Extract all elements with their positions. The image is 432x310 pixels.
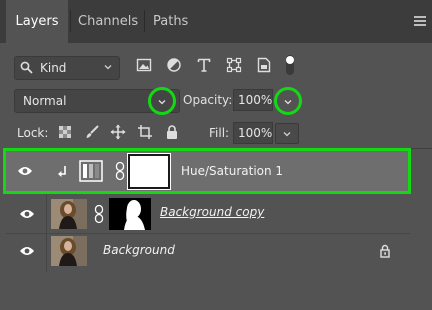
lock-position-icon[interactable] xyxy=(110,124,126,140)
mask-link-chain-icon[interactable] xyxy=(115,161,125,181)
lock-all-icon[interactable] xyxy=(164,124,180,140)
visibility-eye-icon[interactable] xyxy=(19,208,35,220)
lock-artboard-icon[interactable] xyxy=(137,124,153,140)
tab-layers[interactable]: Layers xyxy=(6,0,68,43)
layer-mask-thumbnail[interactable] xyxy=(127,153,171,190)
layer-photo-thumbnail xyxy=(51,199,87,229)
layer-lock-icon xyxy=(380,244,390,258)
filter-kind-select[interactable]: Kind xyxy=(14,56,120,80)
layer-photo-thumbnail xyxy=(51,236,87,266)
filter-toggle-switch[interactable] xyxy=(285,54,295,76)
chevron-down-icon xyxy=(104,65,112,70)
layer-row-hue-saturation[interactable]: Hue/Saturation 1 xyxy=(3,148,411,194)
fill-label: Fill: xyxy=(209,126,230,140)
fill-dropdown-button[interactable] xyxy=(275,123,299,144)
layer-mask-thumbnail[interactable] xyxy=(109,198,151,230)
lock-paint-icon[interactable] xyxy=(84,124,100,140)
blend-mode-label: Normal xyxy=(23,94,67,108)
panel-menu-icon[interactable] xyxy=(414,16,426,26)
image-filter-icon[interactable] xyxy=(136,57,152,73)
adjustment-filter-icon[interactable] xyxy=(166,57,182,73)
panel-tab-bar: Layers Channels Paths xyxy=(0,0,432,43)
chevron-down-icon xyxy=(158,100,166,105)
type-filter-icon[interactable] xyxy=(196,57,212,73)
tab-divider xyxy=(70,10,71,32)
blend-mode-dropdown-button[interactable] xyxy=(148,87,176,115)
chevron-down-icon xyxy=(284,100,292,105)
tab-channels[interactable]: Channels xyxy=(78,0,138,43)
opacity-label: Opacity: xyxy=(183,93,233,107)
row-separator xyxy=(46,194,47,234)
smart-object-filter-icon[interactable] xyxy=(256,57,272,73)
mask-link-chain-icon[interactable] xyxy=(94,204,104,224)
layer-name[interactable]: Hue/Saturation 1 xyxy=(181,164,283,178)
opacity-input[interactable]: 100% xyxy=(233,89,273,111)
search-icon xyxy=(20,61,33,74)
shape-filter-icon[interactable] xyxy=(226,57,242,73)
layer-row-background-copy[interactable]: Background copy xyxy=(6,194,410,234)
layer-name[interactable]: Background xyxy=(103,243,175,257)
fill-input[interactable]: 100% xyxy=(233,122,273,144)
chevron-down-icon xyxy=(283,132,291,137)
layer-name[interactable]: Background copy xyxy=(160,205,264,219)
tab-divider xyxy=(144,10,145,32)
opacity-dropdown-button[interactable] xyxy=(274,87,302,115)
visibility-eye-icon[interactable] xyxy=(19,245,35,257)
clipping-arrow-icon xyxy=(58,166,66,177)
row-separator xyxy=(46,232,47,272)
visibility-eye-icon[interactable] xyxy=(17,165,33,177)
lock-transparent-icon[interactable] xyxy=(57,124,73,140)
filter-kind-label: Kind xyxy=(40,61,67,75)
adjustment-layer-thumbnail-icon xyxy=(79,160,103,182)
lock-label: Lock: xyxy=(17,126,49,140)
layer-row-background[interactable]: Background xyxy=(6,232,410,272)
tab-paths[interactable]: Paths xyxy=(153,0,188,43)
